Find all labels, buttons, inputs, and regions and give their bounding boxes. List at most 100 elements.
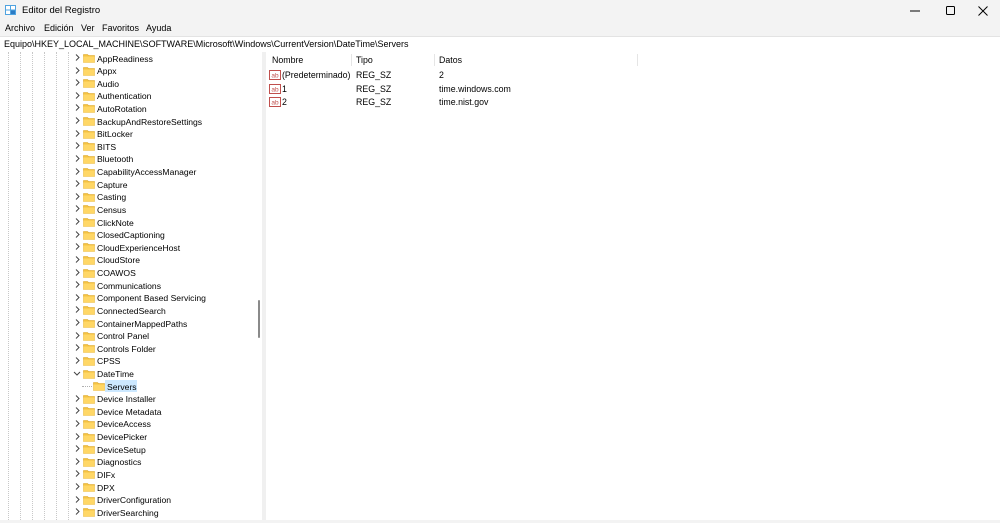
menu-ver[interactable]: Ver — [81, 23, 95, 33]
chevron-right-icon[interactable] — [73, 280, 81, 289]
tree-item[interactable]: Control Panel — [0, 330, 256, 343]
chevron-right-icon[interactable] — [73, 154, 81, 163]
tree-item[interactable]: Communications — [0, 279, 256, 292]
tree-item[interactable]: BITS — [0, 140, 256, 153]
tree-item[interactable]: AutoRotation — [0, 102, 256, 115]
chevron-right-icon[interactable] — [73, 91, 81, 100]
chevron-right-icon[interactable] — [73, 305, 81, 314]
chevron-right-icon[interactable] — [73, 432, 81, 441]
chevron-right-icon[interactable] — [73, 406, 81, 415]
column-separator[interactable] — [637, 54, 638, 66]
chevron-right-icon[interactable] — [73, 129, 81, 138]
tree-item[interactable]: DateTime — [0, 368, 256, 381]
tree-item[interactable]: Diagnostics — [0, 456, 256, 469]
chevron-right-icon[interactable] — [73, 255, 81, 264]
chevron-right-icon[interactable] — [73, 482, 81, 491]
chevron-right-icon[interactable] — [73, 230, 81, 239]
address-bar[interactable]: Equipo\HKEY_LOCAL_MACHINE\SOFTWARE\Micro… — [0, 36, 1000, 53]
tree-item[interactable]: CPSS — [0, 355, 256, 368]
tree-item[interactable]: DriverConfiguration — [0, 494, 256, 507]
value-row[interactable]: ab 2 REG_SZ time.nist.gov — [266, 96, 1000, 109]
address-path[interactable]: Equipo\HKEY_LOCAL_MACHINE\SOFTWARE\Micro… — [4, 39, 408, 49]
tree-item[interactable]: DeviceAccess — [0, 418, 256, 431]
tree-item[interactable]: CloudStore — [0, 254, 256, 267]
tree-item[interactable]: Controls Folder — [0, 342, 256, 355]
column-header-nombre[interactable]: Nombre — [272, 55, 303, 65]
tree-item[interactable]: ConnectedSearch — [0, 304, 256, 317]
tree-item-label: CPSS — [97, 356, 121, 367]
chevron-right-icon[interactable] — [73, 507, 81, 516]
value-row[interactable]: ab 1 REG_SZ time.windows.com — [266, 83, 1000, 96]
minimize-button[interactable] — [898, 0, 932, 21]
tree-item[interactable]: Casting — [0, 191, 256, 204]
chevron-right-icon[interactable] — [73, 469, 81, 478]
tree-item[interactable]: DPX — [0, 481, 256, 494]
registry-tree[interactable]: AppReadiness Appx Audio Authentication AutoR… — [0, 52, 256, 520]
column-separator[interactable] — [434, 54, 435, 66]
value-row[interactable]: ab (Predeterminado) REG_SZ 2 — [266, 69, 1000, 82]
tree-item[interactable]: Device Installer — [0, 393, 256, 406]
menu-edicion[interactable]: Edición — [44, 23, 74, 33]
maximize-button[interactable] — [934, 0, 968, 21]
chevron-right-icon[interactable] — [73, 141, 81, 150]
tree-item[interactable]: BackupAndRestoreSettings — [0, 115, 256, 128]
chevron-right-icon[interactable] — [73, 167, 81, 176]
tree-item[interactable]: CloudExperienceHost — [0, 241, 256, 254]
tree-item[interactable]: Servers — [0, 380, 256, 393]
tree-item[interactable]: DevicePicker — [0, 431, 256, 444]
tree-item[interactable]: DIFx — [0, 468, 256, 481]
chevron-right-icon[interactable] — [73, 356, 81, 365]
folder-icon — [83, 54, 95, 63]
chevron-right-icon[interactable] — [73, 53, 81, 62]
tree-item[interactable]: Capture — [0, 178, 256, 191]
chevron-right-icon[interactable] — [73, 457, 81, 466]
tree-item[interactable]: BitLocker — [0, 128, 256, 141]
tree-item[interactable]: Bluetooth — [0, 153, 256, 166]
chevron-right-icon[interactable] — [73, 419, 81, 428]
menu-favoritos[interactable]: Favoritos — [102, 23, 139, 33]
chevron-right-icon[interactable] — [73, 217, 81, 226]
menu-ayuda[interactable]: Ayuda — [146, 23, 171, 33]
column-separator[interactable] — [351, 54, 352, 66]
tree-item[interactable]: ContainerMappedPaths — [0, 317, 256, 330]
tree-item[interactable]: Authentication — [0, 90, 256, 103]
chevron-right-icon[interactable] — [73, 242, 81, 251]
tree-item[interactable]: Component Based Servicing — [0, 292, 256, 305]
chevron-right-icon[interactable] — [73, 318, 81, 327]
tree-item[interactable]: CapabilityAccessManager — [0, 166, 256, 179]
values-list[interactable]: Nombre Tipo Datos ab (Predeterminado) RE… — [266, 52, 1000, 520]
tree-item[interactable]: AppReadiness — [0, 52, 256, 65]
value-type: REG_SZ — [356, 70, 392, 80]
chevron-right-icon[interactable] — [73, 495, 81, 504]
menu-archivo[interactable]: Archivo — [5, 23, 35, 33]
tree-item[interactable]: Census — [0, 203, 256, 216]
chevron-right-icon[interactable] — [73, 66, 81, 75]
chevron-right-icon[interactable] — [73, 78, 81, 87]
tree-item[interactable]: ClickNote — [0, 216, 256, 229]
column-header-tipo[interactable]: Tipo — [356, 55, 373, 65]
tree-item[interactable]: Device Metadata — [0, 405, 256, 418]
close-button[interactable] — [966, 0, 1000, 21]
tree-item[interactable]: Appx — [0, 65, 256, 78]
tree-item[interactable]: Audio — [0, 77, 256, 90]
folder-icon — [83, 458, 95, 467]
tree-item[interactable]: DriverSearching — [0, 506, 256, 519]
column-header-datos[interactable]: Datos — [439, 55, 462, 65]
chevron-right-icon[interactable] — [73, 204, 81, 213]
chevron-right-icon[interactable] — [73, 394, 81, 403]
chevron-right-icon[interactable] — [73, 331, 81, 340]
tree-item[interactable]: ClosedCaptioning — [0, 229, 256, 242]
folder-icon — [83, 344, 95, 354]
chevron-right-icon[interactable] — [73, 343, 81, 352]
chevron-right-icon[interactable] — [73, 444, 81, 453]
chevron-right-icon[interactable] — [73, 179, 81, 188]
tree-item[interactable]: COAWOS — [0, 267, 256, 280]
chevron-right-icon[interactable] — [73, 116, 81, 125]
tree-scrollbar-thumb[interactable] — [257, 300, 260, 338]
chevron-right-icon[interactable] — [73, 192, 81, 201]
chevron-down-icon[interactable] — [73, 369, 81, 378]
chevron-right-icon[interactable] — [73, 103, 81, 112]
chevron-right-icon[interactable] — [73, 268, 81, 277]
chevron-right-icon[interactable] — [73, 293, 81, 302]
tree-item[interactable]: DeviceSetup — [0, 443, 256, 456]
